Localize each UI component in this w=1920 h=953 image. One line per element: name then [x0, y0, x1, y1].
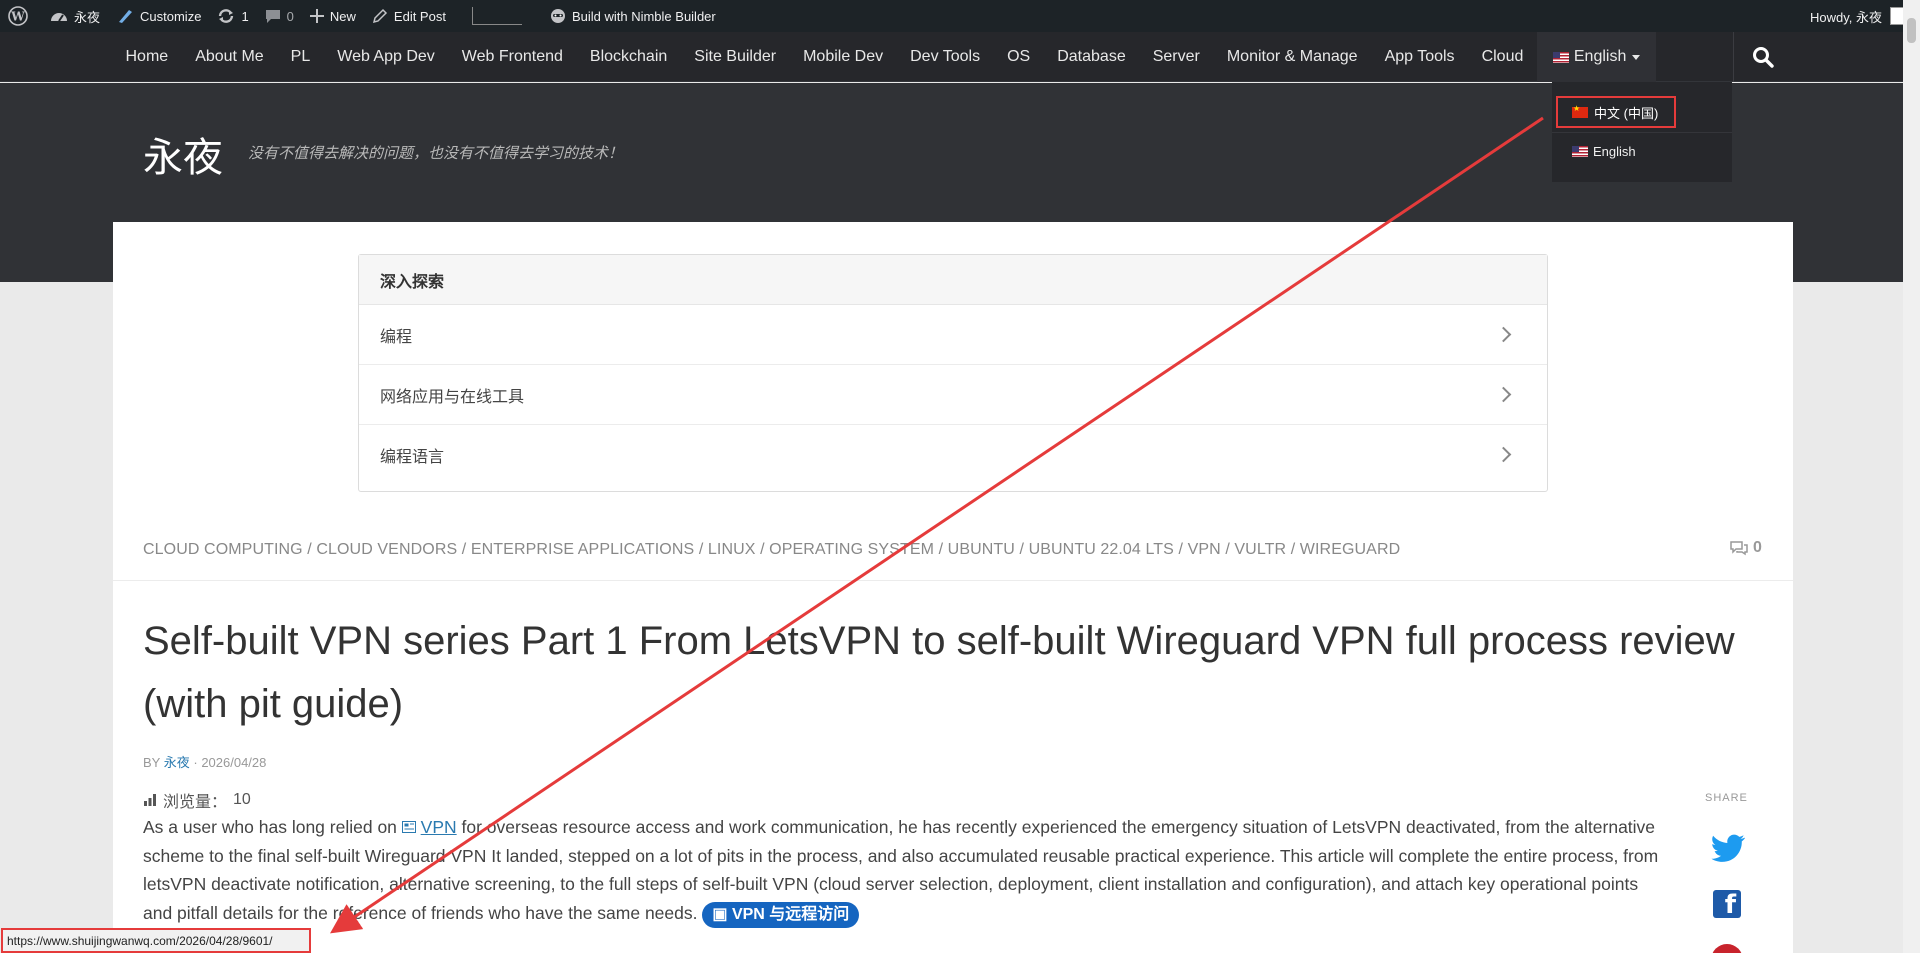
my-account-link[interactable]: Howdy, 永夜 — [1810, 0, 1908, 32]
nav-item-app-tools[interactable]: App Tools — [1371, 32, 1468, 82]
china-flag-icon — [1572, 104, 1588, 118]
site-title[interactable]: 永夜 — [143, 125, 223, 183]
language-option-chinese[interactable]: 中文 (中国) — [1556, 96, 1676, 128]
caret-down-icon — [1632, 54, 1641, 60]
nav-item-home[interactable]: Home — [112, 32, 182, 82]
refresh-icon — [219, 9, 234, 23]
comment-bubble-icon — [265, 10, 280, 23]
edit-post-link[interactable]: Edit Post — [364, 0, 454, 32]
wordpress-logo-icon[interactable]: W — [0, 0, 42, 32]
facebook-icon[interactable]: f — [1713, 890, 1741, 918]
chevron-right-icon — [1495, 386, 1512, 403]
post-categories[interactable]: CLOUD COMPUTING / CLOUD VENDORS / ENTERP… — [143, 541, 1400, 559]
howdy-text: Howdy, 永夜 — [1810, 9, 1882, 25]
byline-prefix: BY — [143, 755, 161, 770]
vpn-keyword-link[interactable]: VPN — [421, 817, 457, 837]
nav-divider — [1733, 32, 1734, 82]
customize-link[interactable]: Customize — [108, 0, 209, 32]
language-switcher[interactable]: English — [1536, 32, 1657, 82]
nav-item-web-frontend[interactable]: Web Frontend — [448, 32, 576, 82]
explore-item-label: 编程语言 — [380, 447, 445, 466]
divider — [113, 580, 1793, 581]
dropdown-divider — [1552, 132, 1732, 133]
nimble-label: Build with Nimble Builder — [571, 8, 716, 24]
customize-label: Customize — [140, 8, 202, 24]
search-icon[interactable] — [1752, 46, 1774, 68]
article-icon — [401, 821, 416, 833]
chevron-right-icon — [1495, 446, 1512, 463]
nav-item-pl[interactable]: PL — [277, 32, 324, 82]
author-link[interactable]: 永夜 — [164, 755, 190, 770]
nav-item-web-app-dev[interactable]: Web App Dev — [324, 32, 449, 82]
comments-count: 0 — [286, 8, 294, 24]
share-label: SHARE — [1705, 792, 1748, 804]
views-value: 10 — [233, 791, 251, 808]
pencil-icon — [372, 8, 387, 24]
admin-site-link[interactable]: 永夜 — [42, 0, 108, 32]
dashboard-icon — [51, 13, 67, 22]
pinterest-icon[interactable] — [1711, 944, 1743, 953]
nav-item-about-me[interactable]: About Me — [182, 32, 277, 82]
language-option-label: English — [1593, 144, 1636, 159]
explore-box: 深入探索 编程 网络应用与在线工具 编程语言 — [358, 254, 1548, 492]
chevron-right-icon — [1495, 326, 1512, 343]
plus-icon — [309, 9, 324, 23]
nav-item-site-builder[interactable]: Site Builder — [681, 32, 790, 82]
comments-link[interactable]: 0 — [257, 0, 302, 32]
nimble-builder-link[interactable]: Build with Nimble Builder — [542, 0, 724, 32]
updates-count: 1 — [241, 8, 249, 24]
nimble-icon — [550, 9, 565, 23]
nav-item-blockchain[interactable]: Blockchain — [576, 32, 680, 82]
admin-bar-blank-item — [471, 7, 522, 25]
post-title: Self-built VPN series Part 1 From LetsVP… — [143, 619, 1735, 726]
edit-post-label: Edit Post — [393, 8, 446, 24]
post-byline: BY 永夜 · 2026/04/28 — [143, 752, 266, 771]
comments-count-link[interactable]: 0 — [1729, 539, 1762, 557]
scrollbar-thumb[interactable] — [1907, 18, 1916, 43]
badge-label: VPN 与远程访问 — [731, 905, 850, 923]
new-label: New — [329, 8, 356, 24]
comments-count: 0 — [1753, 539, 1762, 556]
nav-item-monitor-manage[interactable]: Monitor & Manage — [1213, 32, 1371, 82]
updates-link[interactable]: 1 — [209, 0, 256, 32]
tag-badge[interactable]: ▣ VPN 与远程访问 — [702, 901, 860, 928]
content-card: 深入探索 编程 网络应用与在线工具 编程语言 CLOUD COMPUTING /… — [113, 222, 1793, 953]
comments-icon — [1730, 541, 1748, 556]
new-content-link[interactable]: New — [302, 0, 364, 32]
browser-status-bar: https://www.shuijingwanwq.com/2026/04/28… — [1, 928, 311, 953]
admin-site-name: 永夜 — [74, 9, 101, 25]
explore-item[interactable]: 网络应用与在线工具 — [359, 365, 1547, 425]
explore-item-label: 网络应用与在线工具 — [380, 386, 525, 406]
explore-item[interactable]: 编程 — [359, 305, 1547, 365]
views-label: 浏览量： — [163, 794, 228, 811]
nav-menu: Home About Me PL Web App Dev Web Fronten… — [112, 32, 1657, 82]
explore-item-label: 编程 — [380, 326, 413, 346]
explore-item[interactable]: 编程语言 — [359, 425, 1547, 485]
brush-icon — [119, 10, 133, 23]
nav-item-dev-tools[interactable]: Dev Tools — [897, 32, 994, 82]
site-tagline: 没有不值得去解决的问题，也没有不值得去学习的技术！ — [248, 145, 624, 162]
bar-chart-icon — [144, 794, 156, 806]
language-option-label: 中文 (中国) — [1594, 105, 1659, 121]
post-date: · 2026/04/28 — [193, 755, 267, 770]
admin-bar: W 永夜 Customize 1 0 New Edit Post Build w… — [0, 0, 1920, 32]
nav-item-cloud[interactable]: Cloud — [1468, 32, 1537, 82]
nav-item-server[interactable]: Server — [1139, 32, 1213, 82]
explore-title: 深入探索 — [359, 255, 1547, 305]
us-flag-icon — [1552, 51, 1569, 63]
nav-item-mobile-dev[interactable]: Mobile Dev — [790, 32, 897, 82]
body-text-start: As a user who has long relied on — [143, 817, 397, 837]
main-navigation: Home About Me PL Web App Dev Web Fronten… — [0, 32, 1920, 82]
nav-item-database[interactable]: Database — [1044, 32, 1140, 82]
post-body: As a user who has long relied on VPN for… — [143, 813, 1663, 928]
language-label: English — [1573, 48, 1627, 65]
view-count: 浏览量： 10 — [143, 788, 251, 812]
us-flag-icon — [1572, 146, 1588, 157]
page-scrollbar[interactable] — [1903, 0, 1920, 953]
nav-item-os[interactable]: OS — [994, 32, 1044, 82]
language-dropdown: 中文 (中国) English — [1552, 82, 1732, 182]
language-option-english[interactable]: English — [1572, 144, 1636, 159]
twitter-icon[interactable] — [1710, 834, 1746, 864]
svg-text:W: W — [10, 10, 25, 24]
